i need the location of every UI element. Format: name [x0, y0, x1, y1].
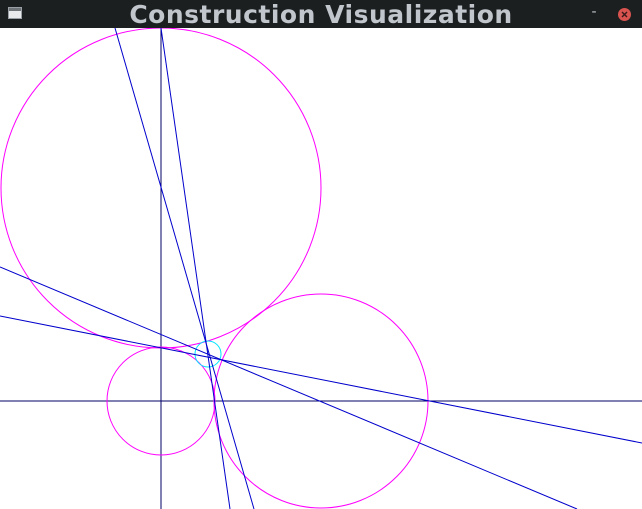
construction-line-3 — [114, 28, 255, 509]
construction-drawing — [0, 28, 642, 509]
construction-line-2 — [0, 315, 642, 444]
window-title: Construction Visualization — [129, 0, 513, 29]
construction-line-4 — [160, 28, 231, 509]
minimize-icon: - — [591, 4, 597, 20]
drawing-canvas[interactable] — [0, 28, 642, 509]
close-icon — [621, 11, 628, 18]
close-button[interactable] — [618, 8, 631, 21]
construction-line-1 — [0, 266, 578, 509]
application-window: Construction Visualization - — [0, 0, 642, 509]
minimize-button[interactable]: - — [589, 4, 599, 20]
title-bar[interactable]: Construction Visualization - — [0, 0, 642, 29]
